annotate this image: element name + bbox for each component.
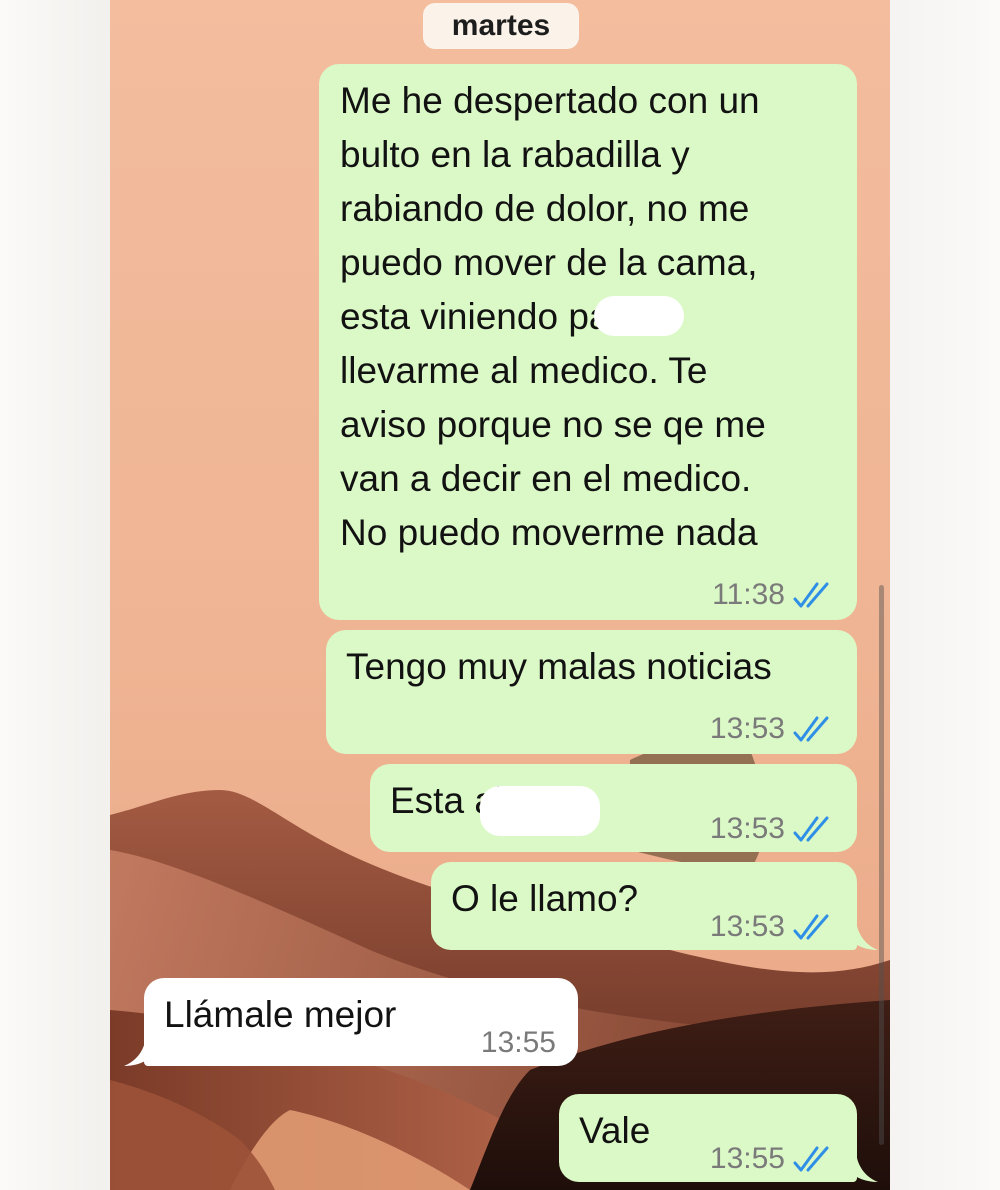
message-time: 13:53 <box>709 812 785 845</box>
redaction-mark <box>480 786 600 836</box>
double-check-read-icon <box>793 716 829 742</box>
message-meta: 13:53 <box>710 910 835 944</box>
message-text: Tengo muy malas noticias <box>346 646 772 687</box>
double-check-read-icon <box>793 914 829 940</box>
message-time: 11:38 <box>712 578 785 611</box>
double-check-read-icon <box>793 816 829 842</box>
message-time: 13:53 <box>709 910 785 943</box>
bubble-tail-outgoing <box>850 1158 878 1182</box>
message-text: Llámale mejor <box>164 994 397 1035</box>
bubble-tail-incoming <box>124 1042 152 1066</box>
message-bubble-outgoing[interactable]: Esta alli? 13:53 <box>370 764 857 852</box>
message-bubble-outgoing[interactable]: Tengo muy malas noticias 13:53 <box>326 630 857 754</box>
message-time: 13:53 <box>709 712 785 745</box>
message-meta: 13:53 <box>710 712 835 746</box>
double-check-read-icon <box>793 1146 829 1172</box>
message-text: Vale <box>579 1110 651 1151</box>
message-bubble-outgoing[interactable]: Vale 13:55 <box>559 1094 857 1182</box>
message-text: Me he despertado con un bulto en la raba… <box>340 80 766 553</box>
double-check-read-icon <box>793 582 829 608</box>
message-meta: 11:38 <box>712 578 835 612</box>
redaction-mark <box>594 296 684 336</box>
message-meta: 13:55 <box>481 1026 556 1060</box>
message-bubble-incoming[interactable]: Llámale mejor 13:55 <box>144 978 578 1066</box>
screenshot-frame: martes Me he despertado con un bulto en … <box>0 0 1000 1190</box>
chat-view[interactable]: martes Me he despertado con un bulto en … <box>110 0 890 1190</box>
message-text: O le llamo? <box>451 878 639 919</box>
message-time: 13:55 <box>480 1026 556 1059</box>
message-bubble-outgoing[interactable]: Me he despertado con un bulto en la raba… <box>319 64 857 620</box>
message-time: 13:55 <box>709 1142 785 1175</box>
message-meta: 13:53 <box>710 812 835 846</box>
scrollbar[interactable] <box>879 585 884 1145</box>
date-separator: martes <box>423 3 579 49</box>
bubble-tail-outgoing <box>850 926 878 950</box>
message-bubble-outgoing[interactable]: O le llamo? 13:53 <box>431 862 857 950</box>
message-meta: 13:55 <box>710 1142 835 1176</box>
